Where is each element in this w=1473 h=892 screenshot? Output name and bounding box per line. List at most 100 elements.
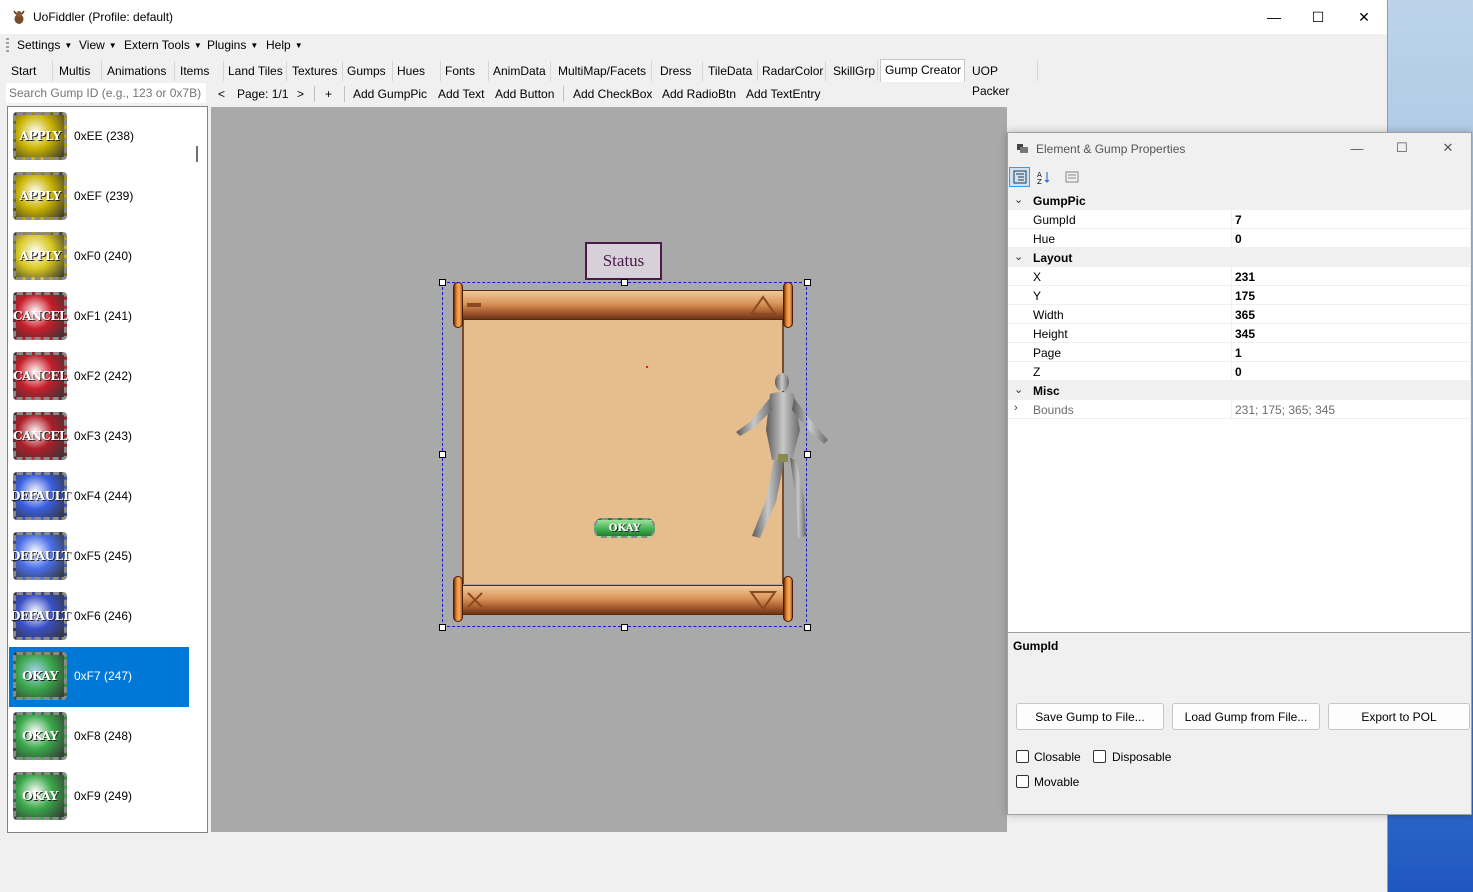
property-row-gumpid[interactable]: GumpId 7 — [1008, 210, 1470, 229]
property-row-z[interactable]: Z0 — [1008, 362, 1470, 381]
gump-thumbnail: DEFAULT — [10, 472, 71, 520]
list-item[interactable]: CANCEL 0xF2 (242) — [9, 347, 189, 407]
list-item-label: 0xEF (239) — [74, 189, 134, 203]
tab-gumps[interactable]: Gumps — [343, 61, 393, 81]
add-page-button[interactable]: + — [325, 87, 332, 101]
categorized-view-button[interactable] — [1009, 167, 1030, 187]
export-pol-button[interactable]: Export to POL — [1328, 703, 1470, 730]
menu-settings[interactable]: Settings ▼ — [17, 38, 72, 52]
resize-handle[interactable] — [621, 279, 628, 286]
property-row-y[interactable]: Y 175 — [1008, 286, 1470, 305]
list-item[interactable]: CANCEL 0xF3 (243) — [9, 407, 189, 467]
property-description-title: GumpId — [1013, 639, 1059, 653]
add-text-button[interactable]: Add Text — [438, 87, 484, 101]
maximize-icon: ☐ — [1396, 140, 1408, 155]
title-bar: UoFiddler (Profile: default) — ☐ ✕ — [0, 0, 1387, 34]
list-item[interactable]: DEFAULT 0xF6 (246) — [9, 587, 189, 647]
resize-handle[interactable] — [804, 279, 811, 286]
menu-view[interactable]: View ▼ — [79, 38, 117, 52]
list-item-label: 0xF7 (247) — [74, 669, 133, 683]
add-gumppic-button[interactable]: Add GumpPic — [353, 87, 427, 101]
list-item[interactable]: DEFAULT 0xF4 (244) — [9, 467, 189, 527]
tab-start[interactable]: Start — [7, 61, 53, 81]
add-checkbox-button[interactable]: Add CheckBox — [573, 87, 652, 101]
close-button[interactable]: ✕ — [1341, 0, 1387, 34]
list-item[interactable]: OKAY 0xF8 (248) — [9, 707, 189, 767]
movable-checkbox[interactable] — [1016, 775, 1029, 788]
prev-page-button[interactable]: < — [218, 87, 225, 101]
tab-textures[interactable]: Textures — [288, 61, 343, 81]
list-item[interactable]: APPLY 0xF0 (240) — [9, 227, 189, 287]
resize-handle[interactable] — [439, 624, 446, 631]
tab-multis[interactable]: Multis — [55, 61, 102, 81]
tab-skillgrp[interactable]: SkillGrp — [829, 61, 878, 81]
gump-list[interactable]: APPLY 0xEE (238) APPLY 0xEF (239) APPLY 0xF0 … — [7, 106, 208, 833]
tab-tiledata[interactable]: TileData — [704, 61, 758, 81]
save-gump-button[interactable]: Save Gump to File... — [1016, 703, 1164, 730]
tab-hues[interactable]: Hues — [393, 61, 441, 81]
resize-handle[interactable] — [804, 451, 811, 458]
tab-dress[interactable]: Dress — [656, 61, 703, 81]
tab-items[interactable]: Items — [176, 61, 224, 81]
resize-handle[interactable] — [439, 451, 446, 458]
load-gump-button[interactable]: Load Gump from File... — [1172, 703, 1320, 730]
tab-uop-packer[interactable]: UOP Packer — [968, 61, 1038, 98]
gump-thumbnail: OKAY — [13, 772, 67, 820]
list-item[interactable]: DEFAULT 0xF5 (245) — [9, 527, 189, 587]
tab-animations[interactable]: Animations — [103, 61, 175, 81]
list-item[interactable]: APPLY 0xEE (238) — [9, 107, 189, 167]
disposable-checkbox[interactable] — [1093, 750, 1106, 763]
menu-extern-tools[interactable]: Extern Tools ▼ — [124, 38, 202, 52]
menu-help[interactable]: Help ▼ — [266, 38, 303, 52]
property-row-page[interactable]: Page 1 — [1008, 343, 1470, 362]
resize-handle[interactable] — [804, 624, 811, 631]
tab-gump-creator[interactable]: Gump Creator — [880, 59, 965, 82]
category-gumppic[interactable]: ⌄ GumpPic — [1008, 191, 1470, 210]
property-row-hue[interactable]: Hue 0 — [1008, 229, 1470, 248]
add-button-button[interactable]: Add Button — [495, 87, 554, 101]
gump-thumbnail: APPLY — [13, 172, 67, 220]
status-label-element[interactable]: Status — [585, 242, 662, 280]
property-row-height[interactable]: Height 345 — [1008, 324, 1470, 343]
closable-checkbox[interactable] — [1016, 750, 1029, 763]
list-scrollbar[interactable] — [196, 146, 198, 162]
tab-land-tiles[interactable]: Land Tiles — [224, 61, 287, 81]
svg-text:Z: Z — [1037, 178, 1042, 184]
resize-handle[interactable] — [621, 624, 628, 631]
list-item[interactable]: CANCEL 0xF1 (241) — [9, 287, 189, 347]
property-row-bounds[interactable]: › Bounds 231; 175; 365; 345 — [1008, 400, 1470, 419]
category-misc[interactable]: ⌄ Misc — [1008, 381, 1470, 400]
resize-handle[interactable] — [439, 279, 446, 286]
menu-plugins[interactable]: Plugins ▼ — [207, 38, 258, 52]
property-row-width[interactable]: Width 365 — [1008, 305, 1470, 324]
props-minimize-button[interactable]: — — [1334, 133, 1380, 163]
sort-az-icon: AZ — [1037, 171, 1049, 184]
add-textentry-button[interactable]: Add TextEntry — [746, 87, 820, 101]
list-item[interactable]: APPLY 0xEF (239) — [9, 167, 189, 227]
category-layout[interactable]: ⌄ Layout — [1008, 248, 1470, 267]
list-item[interactable]: OKAY 0xF7 (247) — [9, 647, 189, 707]
alphabetical-view-button[interactable]: AZ — [1033, 167, 1054, 187]
chevron-down-icon: ▼ — [108, 41, 117, 51]
minimize-button[interactable]: — — [1251, 0, 1297, 34]
props-close-button[interactable]: ✕ — [1425, 133, 1471, 163]
chevron-right-icon: › — [1014, 402, 1018, 414]
tab-fonts[interactable]: Fonts — [441, 61, 489, 81]
property-pages-button[interactable] — [1061, 167, 1082, 187]
tab-radarcolor[interactable]: RadarColor — [758, 61, 826, 81]
tab-multimap-facets[interactable]: MultiMap/Facets — [554, 61, 652, 81]
search-input[interactable] — [6, 83, 206, 103]
list-item[interactable]: OKAY 0xF9 (249) — [9, 767, 189, 827]
add-radiobtn-button[interactable]: Add RadioBtn — [662, 87, 736, 101]
chevron-down-icon: ▼ — [294, 41, 303, 51]
next-page-button[interactable]: > — [297, 87, 304, 101]
chevron-down-icon: ▼ — [193, 41, 202, 51]
props-maximize-button[interactable]: ☐ — [1379, 133, 1425, 163]
property-row-x[interactable]: X 231 — [1008, 267, 1470, 286]
chevron-down-icon: ▼ — [64, 41, 73, 51]
tab-animdata[interactable]: AnimData — [489, 61, 551, 81]
maximize-icon: ☐ — [1311, 8, 1325, 25]
toolbar-separator — [563, 86, 564, 102]
maximize-button[interactable]: ☐ — [1295, 0, 1341, 34]
gump-thumbnail: CANCEL — [13, 412, 67, 460]
